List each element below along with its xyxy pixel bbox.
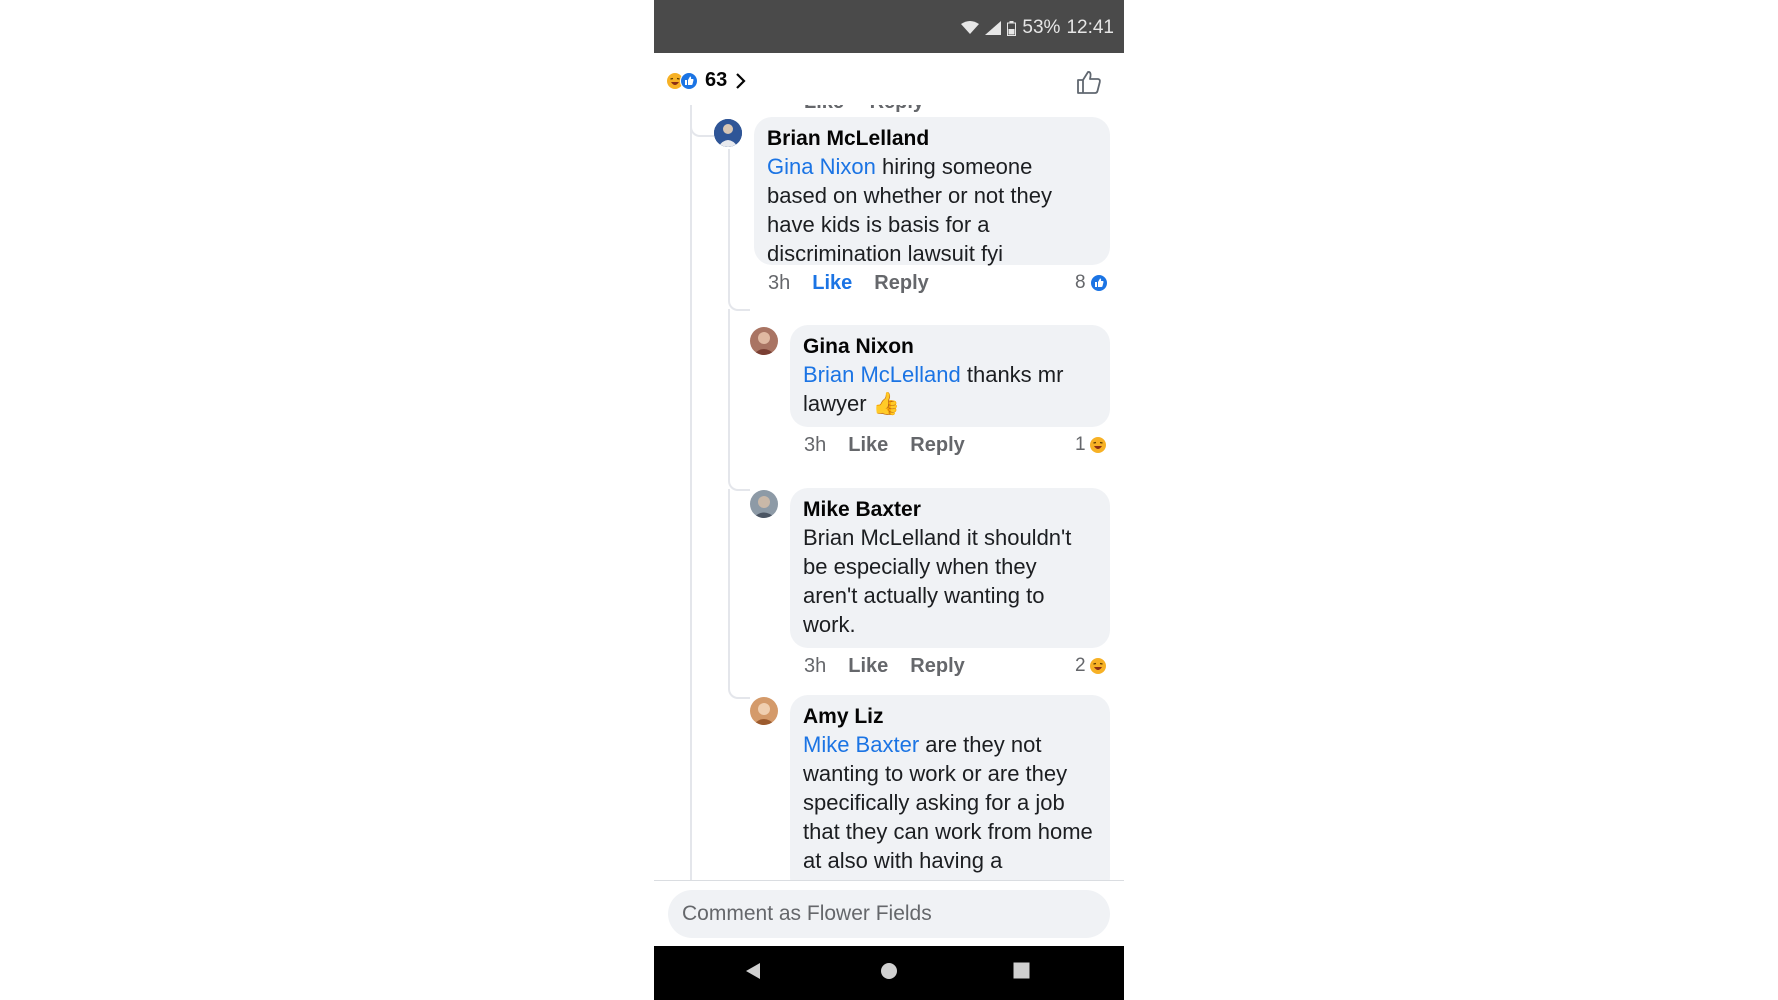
reaction-count: 1	[1075, 434, 1086, 455]
phone-screen: 53% 12:41 63 Like Reply	[654, 0, 1124, 1000]
recents-icon[interactable]	[1013, 962, 1030, 979]
mention-link[interactable]: Mike Baxter	[803, 732, 919, 757]
reaction-count: 2	[1075, 655, 1086, 676]
previous-comment-actions: Like Reply	[804, 105, 924, 114]
mention-link[interactable]: Gina Nixon	[767, 154, 876, 179]
back-icon[interactable]	[745, 962, 761, 980]
avatar[interactable]	[750, 490, 778, 518]
like-icon	[680, 71, 698, 90]
like-button[interactable]: Like	[848, 655, 888, 678]
like-button[interactable]: Like	[848, 434, 888, 457]
comment-text: Brian McLelland it shouldn't be especial…	[803, 525, 1072, 637]
reactions-summary[interactable]: 63	[667, 69, 747, 92]
comment-composer	[654, 880, 1124, 947]
comments-list[interactable]: Like Reply Brian McLelland Gina Nixon hi…	[654, 105, 1124, 880]
comment-reactions[interactable]: 2	[1075, 655, 1106, 677]
battery-percent: 53%	[1022, 17, 1061, 38]
comment-author[interactable]: Mike Baxter	[803, 496, 1097, 523]
reaction-count: 8	[1075, 272, 1086, 293]
comment-author[interactable]: Gina Nixon	[803, 333, 1097, 360]
home-icon[interactable]	[880, 962, 898, 980]
avatar[interactable]	[750, 697, 778, 725]
comment-bubble[interactable]: Amy Liz Mike Baxter are they not wanting…	[790, 695, 1110, 880]
comment-text: Brian McLelland thanks mr lawyer 👍	[803, 362, 1064, 416]
reaction-count: 63	[705, 69, 728, 91]
haha-icon	[1089, 658, 1106, 674]
comment-time[interactable]: 3h	[768, 272, 790, 295]
comment-time[interactable]: 3h	[804, 434, 826, 457]
reply-button[interactable]: Reply	[910, 655, 964, 678]
reply-connector	[728, 489, 750, 699]
haha-icon	[1089, 437, 1106, 453]
reply-button[interactable]: Reply	[910, 434, 964, 457]
reply-button[interactable]: Reply	[874, 272, 928, 295]
avatar[interactable]	[750, 327, 778, 355]
thread-line	[690, 105, 692, 880]
status-bar: 53% 12:41	[654, 0, 1124, 53]
reaction-header: 63	[654, 53, 1124, 105]
mention-link[interactable]: Brian McLelland	[803, 362, 961, 387]
comment-input[interactable]	[668, 890, 1110, 938]
status-icons: 53% 12:41	[961, 17, 1114, 39]
thread-line	[728, 149, 730, 269]
comment-text: Mike Baxter are they not wanting to work…	[803, 732, 1093, 873]
wifi-icon	[961, 21, 980, 34]
reply-connector	[728, 309, 750, 491]
comment-reactions[interactable]: 1	[1075, 434, 1106, 456]
avatar[interactable]	[714, 119, 742, 147]
comment-actions: 3h Like Reply	[804, 434, 987, 457]
comment-text: Gina Nixon hiring someone based on wheth…	[767, 154, 1052, 266]
comment-actions: 3h Like Reply	[804, 655, 987, 678]
clock: 12:41	[1066, 17, 1114, 38]
like-icon	[1089, 274, 1108, 292]
comment-reactions[interactable]: 8	[1075, 272, 1108, 294]
comment-author[interactable]: Amy Liz	[803, 703, 1097, 730]
reply-connector	[728, 269, 750, 311]
comment-time[interactable]: 3h	[804, 655, 826, 678]
signal-icon	[985, 21, 1002, 35]
comment-actions: 3h Like Reply	[768, 272, 951, 295]
navigation-bar	[654, 946, 1124, 1000]
comment-bubble[interactable]: Gina Nixon Brian McLelland thanks mr law…	[790, 325, 1110, 427]
comment-bubble[interactable]: Brian McLelland Gina Nixon hiring someon…	[754, 117, 1110, 266]
comment-author[interactable]: Brian McLelland	[767, 125, 1097, 152]
thumbs-up-icon[interactable]	[1076, 69, 1102, 95]
chevron-right-icon	[736, 72, 746, 89]
battery-icon	[1007, 20, 1017, 36]
comment-bubble[interactable]: Mike Baxter Brian McLelland it shouldn't…	[790, 488, 1110, 648]
reply-connector	[690, 105, 714, 137]
like-button[interactable]: Like	[812, 272, 852, 295]
